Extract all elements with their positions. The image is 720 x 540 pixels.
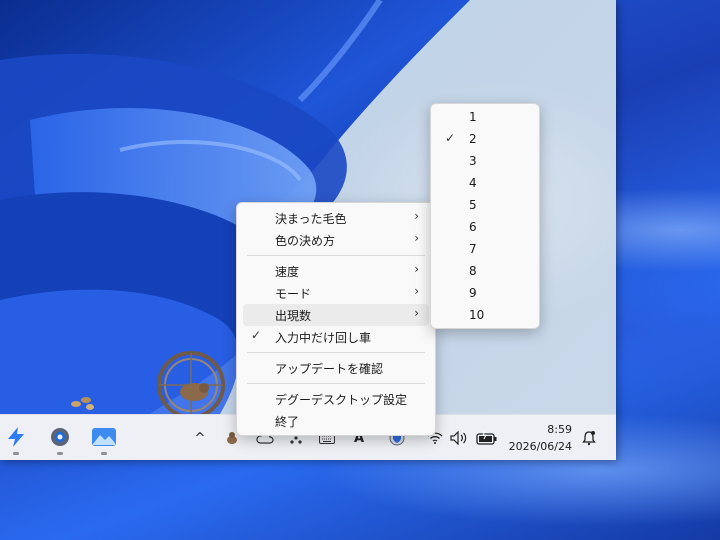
submenu-item-8[interactable]: 8 <box>437 261 533 283</box>
menu-item-exit[interactable]: 終了 <box>243 410 429 432</box>
power-automate-icon[interactable] <box>0 421 32 455</box>
submenu-item-2[interactable]: ✓ 2 <box>437 129 533 151</box>
submenu-item-label: 1 <box>469 110 477 124</box>
submenu-item-7[interactable]: 7 <box>437 239 533 261</box>
chevron-right-icon: › <box>414 306 419 320</box>
submenu-item-label: 9 <box>469 286 477 300</box>
menu-item-fixed-color[interactable]: 決まった毛色 › <box>243 207 429 229</box>
seeds-icon <box>71 397 94 410</box>
submenu-item-3[interactable]: 3 <box>437 151 533 173</box>
bell-icon[interactable] <box>580 429 598 447</box>
submenu-item-6[interactable]: 6 <box>437 217 533 239</box>
check-icon: ✓ <box>251 328 262 342</box>
menu-item-wheel-while-typing[interactable]: ✓ 入力中だけ回し車 <box>243 326 429 348</box>
chevron-up-icon[interactable]: ^ <box>192 429 208 447</box>
volume-icon[interactable] <box>450 429 468 447</box>
submenu-item-label: 3 <box>469 154 477 168</box>
chevron-right-icon: › <box>414 209 419 223</box>
submenu-item-label: 7 <box>469 242 477 256</box>
check-icon: ✓ <box>445 131 456 145</box>
menu-separator <box>247 255 425 256</box>
battery-icon[interactable] <box>476 429 498 447</box>
menu-item-check-update[interactable]: アップデートを確認 <box>243 357 429 379</box>
menu-item-label: 速度 <box>275 265 300 279</box>
menu-item-label: 終了 <box>275 415 300 429</box>
menu-item-label: 出現数 <box>275 309 312 323</box>
menu-item-label: 入力中だけ回し車 <box>275 331 372 345</box>
clock-date[interactable]: 2026/06/24 <box>509 440 572 453</box>
menu-item-label: モード <box>275 287 312 301</box>
submenu-item-label: 5 <box>469 198 477 212</box>
menu-separator <box>247 352 425 353</box>
submenu-item-5[interactable]: 5 <box>437 195 533 217</box>
submenu-item-label: 4 <box>469 176 477 190</box>
menu-item-color-method[interactable]: 色の決め方 › <box>243 229 429 251</box>
menu-item-label: アップデートを確認 <box>275 362 384 376</box>
submenu-item-label: 6 <box>469 220 477 234</box>
submenu-item-1[interactable]: 1 <box>437 107 533 129</box>
chevron-right-icon: › <box>414 284 419 298</box>
menu-item-label: 色の決め方 <box>275 234 336 248</box>
chevron-right-icon: › <box>414 262 419 276</box>
clock-time[interactable]: 8:59 <box>547 423 572 436</box>
submenu-item-label: 8 <box>469 264 477 278</box>
menu-item-label: 決まった毛色 <box>275 212 347 226</box>
submenu-item-4[interactable]: 4 <box>437 173 533 195</box>
menu-item-label: デグーデスクトップ設定 <box>275 393 408 407</box>
menu-item-speed[interactable]: 速度 › <box>243 260 429 282</box>
degu-wheel-icon[interactable] <box>156 350 226 420</box>
settings-gear-icon[interactable] <box>44 421 76 455</box>
chevron-right-icon: › <box>414 231 419 245</box>
menu-item-mode[interactable]: モード › <box>243 282 429 304</box>
context-menu: 決まった毛色 › 色の決め方 › 速度 › モード › 出現数 › ✓ 入力中だ… <box>236 202 436 436</box>
menu-separator <box>247 383 425 384</box>
photos-icon[interactable] <box>88 421 120 455</box>
submenu-item-label: 10 <box>469 308 485 322</box>
submenu-item-10[interactable]: 10 <box>437 305 533 327</box>
spawn-count-submenu: 1 ✓ 2 3 4 5 6 7 8 9 10 <box>430 103 540 329</box>
menu-item-spawn-count[interactable]: 出現数 › <box>243 304 429 326</box>
submenu-item-label: 2 <box>469 132 477 146</box>
submenu-item-9[interactable]: 9 <box>437 283 533 305</box>
menu-item-settings[interactable]: デグーデスクトップ設定 <box>243 388 429 410</box>
